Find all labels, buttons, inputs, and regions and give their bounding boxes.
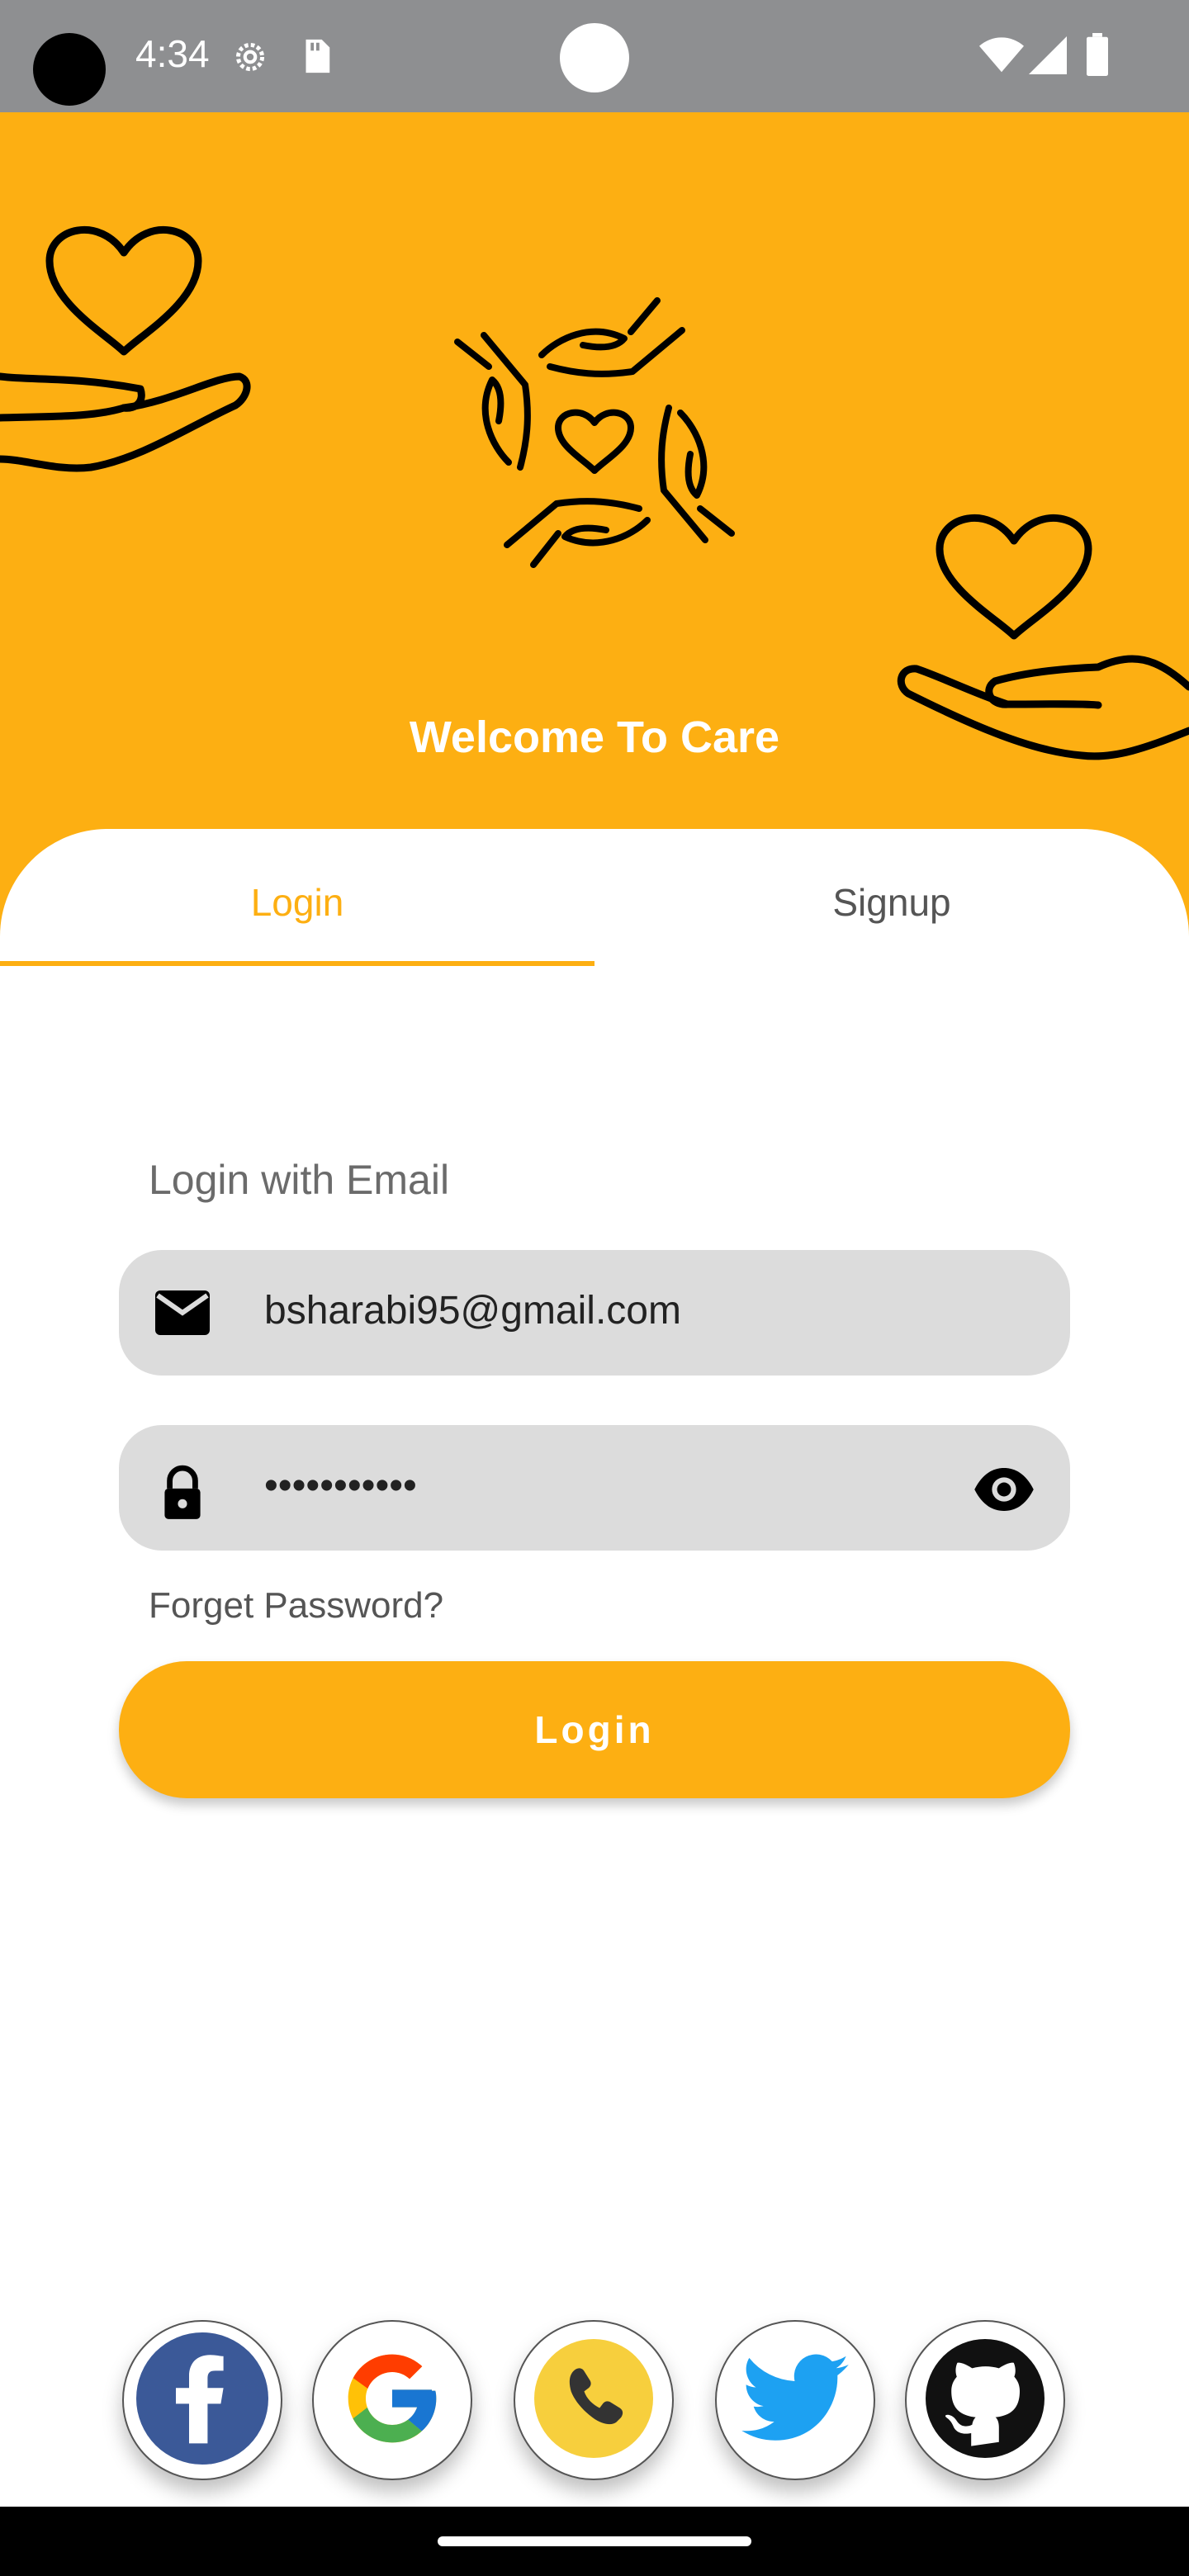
facebook-icon — [136, 2332, 268, 2469]
tab-login[interactable]: Login — [0, 880, 594, 925]
login-button[interactable]: Login — [119, 1661, 1070, 1798]
home-gesture-handle[interactable] — [438, 2536, 751, 2546]
email-field[interactable] — [119, 1250, 1070, 1376]
front-sensor — [560, 23, 629, 92]
github-login-button[interactable] — [905, 2320, 1065, 2480]
battery-icon — [1085, 33, 1110, 80]
password-input[interactable] — [264, 1463, 941, 1508]
twitter-login-button[interactable] — [715, 2320, 875, 2480]
heart-in-hand-icon — [0, 211, 256, 480]
welcome-title: Welcome To Care — [409, 713, 780, 762]
social-login-row — [0, 2320, 1189, 2485]
sd-card-icon — [299, 38, 332, 80]
system-nav-bar — [0, 2507, 1189, 2576]
wifi-icon — [979, 36, 1024, 78]
auth-tabs: Login Signup — [0, 859, 1189, 974]
github-icon — [926, 2338, 1045, 2462]
settings-gear-icon — [230, 36, 271, 82]
lock-icon — [152, 1463, 213, 1528]
twitter-icon — [741, 2354, 849, 2447]
signal-icon — [1029, 36, 1067, 78]
forgot-password-link[interactable]: Forget Password? — [149, 1585, 443, 1627]
login-with-email-label: Login with Email — [149, 1157, 450, 1203]
status-bar: 4:34 — [0, 0, 1189, 112]
google-login-button[interactable] — [312, 2320, 472, 2480]
mail-icon — [152, 1288, 213, 1342]
facebook-login-button[interactable] — [122, 2320, 282, 2480]
tab-selected-indicator — [0, 961, 594, 966]
status-time: 4:34 — [135, 32, 210, 75]
password-field[interactable] — [119, 1425, 1070, 1551]
google-icon — [339, 2346, 445, 2455]
eye-icon[interactable] — [971, 1468, 1037, 1515]
phone-login-button[interactable] — [514, 2320, 674, 2480]
tab-signup[interactable]: Signup — [594, 880, 1189, 925]
caring-hands-heart-logo — [451, 297, 738, 582]
camera-cutout — [33, 33, 106, 106]
email-input[interactable] — [264, 1288, 941, 1333]
phone-icon — [534, 2338, 653, 2462]
